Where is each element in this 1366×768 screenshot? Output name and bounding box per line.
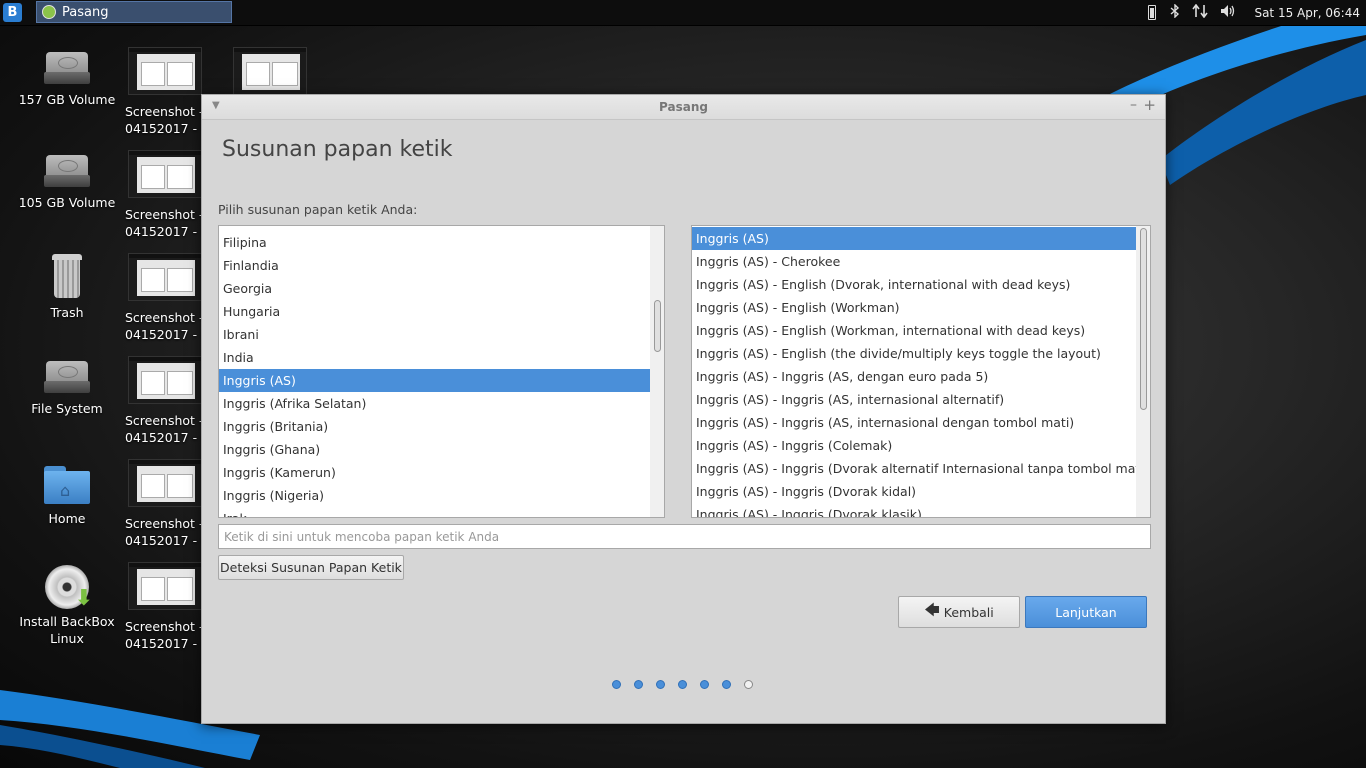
variant-list-item[interactable]: Inggris (AS) - English (Workman)	[692, 296, 1136, 319]
variant-list-item[interactable]: Inggris (AS) - English (Workman, interna…	[692, 319, 1136, 342]
country-list-item[interactable]: Inggris (Afrika Selatan)	[219, 392, 650, 415]
variant-list-item[interactable]: Inggris (AS) - English (the divide/multi…	[692, 342, 1136, 365]
screenshot-thumbnail	[128, 562, 202, 610]
drive-icon	[44, 155, 90, 189]
country-list-item[interactable]: Filipina	[219, 231, 650, 254]
progress-dot	[612, 680, 621, 689]
country-list-scrollbar[interactable]	[650, 226, 664, 517]
country-list-item[interactable]: Hungaria	[219, 300, 650, 323]
window-titlebar[interactable]: ▼ Pasang – +	[202, 95, 1165, 120]
variant-list-item[interactable]: Inggris (AS) - Inggris (AS, internasiona…	[692, 388, 1136, 411]
progress-indicator	[612, 680, 766, 689]
country-list-item[interactable]: Inggris (Kamerun)	[219, 461, 650, 484]
continue-button[interactable]: Lanjutkan	[1025, 596, 1147, 628]
screenshot-thumbnail	[128, 47, 202, 95]
detect-layout-label: Deteksi Susunan Papan Ketik	[220, 560, 402, 575]
taskbar-item-label: Pasang	[62, 4, 109, 20]
system-tray: Sat 15 Apr, 06:44	[1140, 0, 1366, 25]
progress-dot	[634, 680, 643, 689]
network-icon[interactable]	[1192, 3, 1209, 22]
continue-button-label: Lanjutkan	[1055, 604, 1117, 620]
taskbar-item-pasang[interactable]: Pasang	[36, 1, 232, 23]
drive-icon	[44, 52, 90, 86]
back-button[interactable]: 🡄 Kembali	[898, 596, 1020, 628]
installer-app-icon	[42, 5, 56, 19]
variant-list-item[interactable]: Inggris (AS) - Inggris (Dvorak kidal)	[692, 480, 1136, 503]
screenshot-thumbnail	[128, 459, 202, 507]
progress-dot	[744, 680, 753, 689]
layout-prompt-label: Pilih susunan papan ketik Anda:	[218, 202, 418, 217]
home-folder-icon: ⌂	[44, 466, 90, 504]
progress-dot	[656, 680, 665, 689]
window-title: Pasang	[659, 100, 708, 114]
keyboard-variant-list[interactable]: Inggris (AS) Inggris (AS) - Cherokee Inggr…	[691, 225, 1151, 518]
country-list-item[interactable]: Finlandia	[219, 254, 650, 277]
scrollbar-thumb[interactable]	[654, 300, 661, 352]
installer-window: ▼ Pasang – + Susunan papan ketik Pilih s…	[201, 94, 1166, 724]
screenshot-thumbnail	[128, 253, 202, 301]
page-title: Susunan papan ketik	[222, 137, 453, 162]
variant-list-item[interactable]: Inggris (AS) - Inggris (AS, internasiona…	[692, 411, 1136, 434]
arrow-left-icon: 🡄	[924, 600, 940, 619]
detect-layout-button[interactable]: Deteksi Susunan Papan Ketik	[218, 555, 404, 580]
country-list-item[interactable]: Inggris (Ghana)	[219, 438, 650, 461]
screenshot-thumbnail	[128, 356, 202, 404]
variant-list-item[interactable]: Inggris (AS) - Inggris (AS, dengan euro …	[692, 365, 1136, 388]
country-list-item[interactable]: Inggris (Britania)	[219, 415, 650, 438]
country-list-item[interactable]: India	[219, 346, 650, 369]
country-list-item[interactable]: Inggris (AS)	[219, 369, 650, 392]
variant-list-item[interactable]: Inggris (AS) - Inggris (Dvorak klasik)	[692, 503, 1136, 517]
scrollbar-thumb[interactable]	[1140, 228, 1147, 410]
volume-icon[interactable]	[1220, 4, 1236, 22]
maximize-button[interactable]: +	[1143, 96, 1156, 114]
screenshot-thumbnail	[233, 47, 307, 95]
bluetooth-icon[interactable]	[1170, 2, 1180, 22]
progress-dot	[678, 680, 687, 689]
variant-list-item[interactable]: Inggris (AS) - Cherokee	[692, 250, 1136, 273]
variant-list-scrollbar[interactable]	[1136, 226, 1150, 517]
keyboard-country-list[interactable]: Filipina Finlandia Georgia Hungaria Ibrani In…	[218, 225, 665, 518]
back-button-label: Kembali	[943, 604, 994, 620]
screenshot-thumbnail	[128, 150, 202, 198]
variant-list-item[interactable]: Inggris (AS) - Inggris (Dvorak alternati…	[692, 457, 1149, 480]
country-list-item[interactable]: Inggris (Nigeria)	[219, 484, 650, 507]
trash-icon	[52, 254, 82, 298]
country-list-item[interactable]: Irak	[219, 507, 650, 517]
clock[interactable]: Sat 15 Apr, 06:44	[1254, 6, 1360, 20]
cd-install-icon: ⬇	[45, 565, 93, 611]
variant-list-item[interactable]: Inggris (AS)	[692, 227, 1136, 250]
applications-menu-button[interactable]: B	[3, 3, 22, 22]
country-list-item[interactable]: Ibrani	[219, 323, 650, 346]
progress-dot	[700, 680, 709, 689]
drive-icon	[44, 361, 90, 395]
keyboard-test-input[interactable]	[218, 524, 1151, 549]
minimize-button[interactable]: –	[1130, 97, 1137, 113]
variant-list-item[interactable]: Inggris (AS) - Inggris (Colemak)	[692, 434, 1136, 457]
top-panel: B Pasang Sat 15 Apr, 06:44	[0, 0, 1366, 26]
variant-list-item[interactable]: Inggris (AS) - English (Dvorak, internat…	[692, 273, 1136, 296]
country-list-item[interactable]: Georgia	[219, 277, 650, 300]
battery-icon[interactable]	[1148, 5, 1157, 20]
progress-dot	[722, 680, 731, 689]
